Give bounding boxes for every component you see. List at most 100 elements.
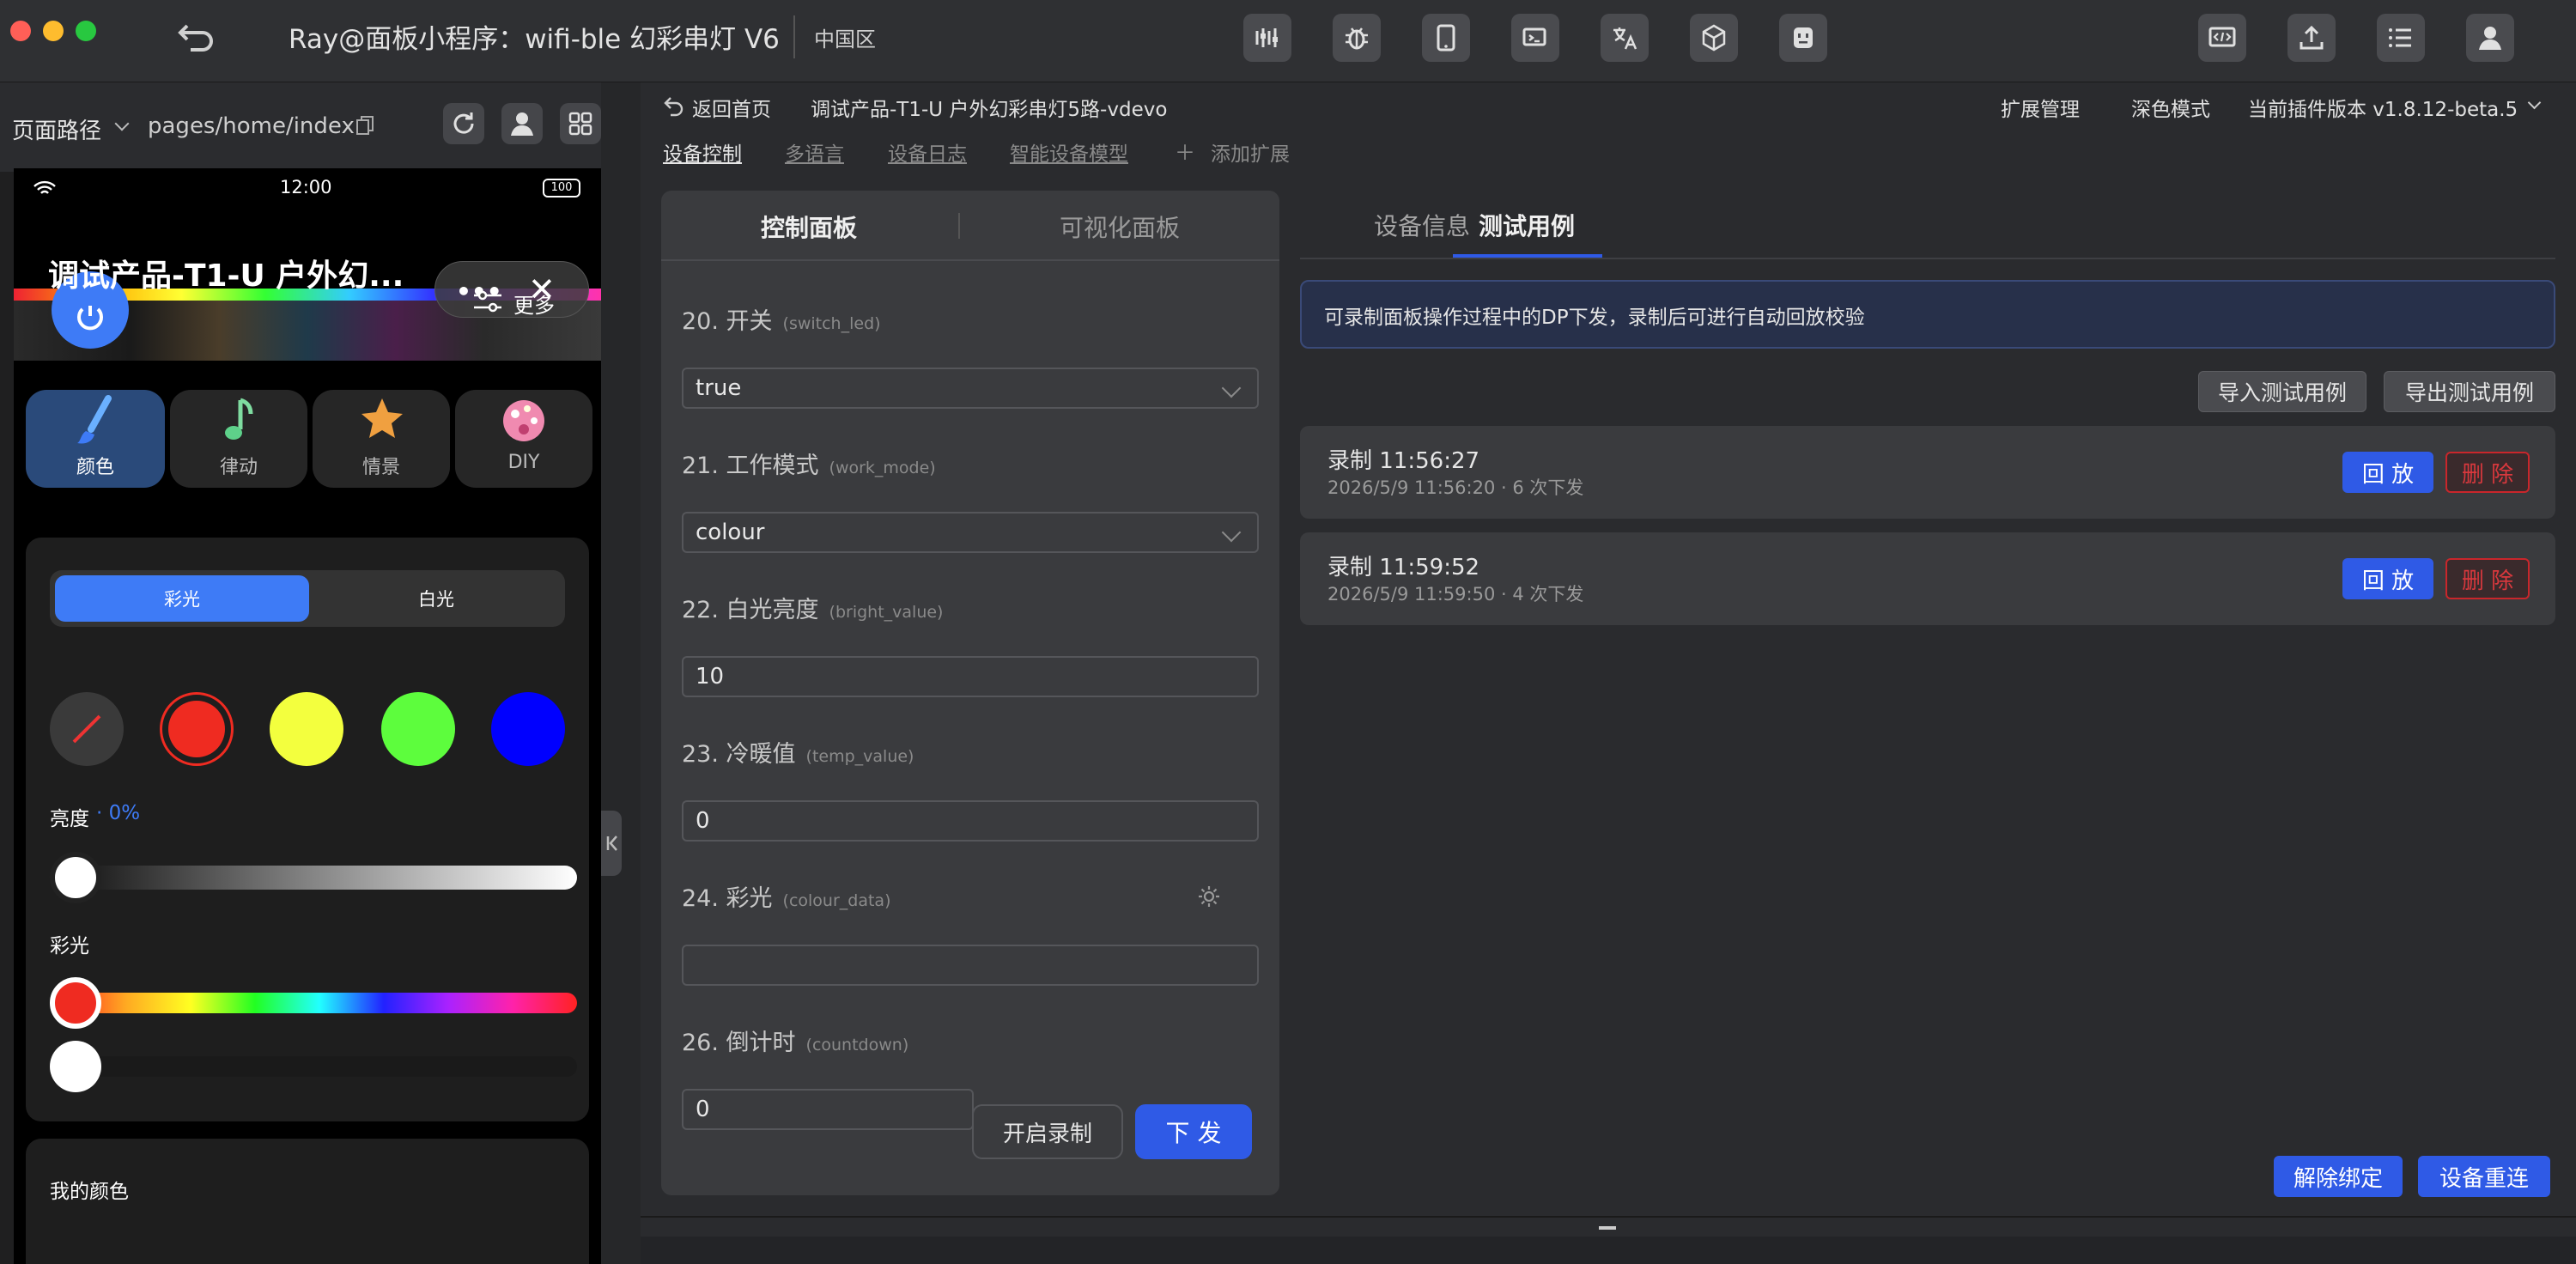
refresh-icon[interactable] [443, 103, 484, 144]
tab-device-model[interactable]: 智能设备模型 [1010, 137, 1128, 167]
swatch-blue[interactable] [491, 692, 565, 766]
tab-control-panel[interactable]: 控制面板 [761, 210, 857, 244]
import-test-case-button[interactable]: 导入测试用例 [2198, 371, 2366, 412]
splitter[interactable] [601, 82, 641, 1264]
translate-icon[interactable] [1601, 14, 1649, 62]
record-item: 录制 11:56:27 2026/5/9 11:56:20 · 6 次下发 回 … [1300, 426, 2555, 519]
account-icon[interactable] [501, 103, 543, 144]
tab-colour-light[interactable]: 彩光 [55, 575, 309, 622]
product-name: 调试产品-T1-U 户外幻彩串灯5路-vdevo [811, 99, 1168, 121]
settings-sliders-icon[interactable] [472, 289, 503, 314]
play-button[interactable]: 回 放 [2342, 452, 2433, 493]
capsule-menu: ••• ✕ [434, 261, 589, 318]
page-path-value[interactable]: pages/home/index [148, 113, 355, 139]
close-window-button[interactable] [10, 21, 31, 41]
tab-test-cases[interactable]: 测试用例 [1479, 208, 1575, 242]
dp-label: 22. 白光亮度 (bright_value) [682, 597, 944, 623]
list-icon[interactable] [2377, 14, 2425, 62]
sliders-icon[interactable] [1243, 14, 1291, 62]
swatch-none[interactable] [50, 692, 124, 766]
tab-languages[interactable]: 多语言 [785, 137, 844, 167]
start-recording-button[interactable]: 开启录制 [972, 1104, 1123, 1159]
tab-device-info[interactable]: 设备信息 [1374, 208, 1470, 242]
delete-button[interactable]: 删 除 [2445, 558, 2530, 599]
gear-icon[interactable] [1197, 884, 1221, 908]
star-icon [359, 395, 405, 447]
tab-device-log[interactable]: 设备日志 [888, 137, 967, 167]
plugin-version-select[interactable]: 当前插件版本 v1.8.12-beta.5 [2248, 93, 2518, 122]
mode-color[interactable]: 颜色 [26, 390, 165, 488]
brightness-label: 亮度 [50, 808, 89, 830]
phone-simulator: 12:00 100 调试产品-T1-U 户外幻... ••• ✕ 更多 颜色 律… [14, 168, 601, 1264]
delete-button[interactable]: 删 除 [2445, 452, 2530, 493]
chevron-down-icon[interactable] [2527, 95, 2542, 110]
dp-label: 20. 开关 (switch_led) [682, 308, 881, 335]
back-home-link[interactable]: 返回首页 [692, 93, 771, 122]
extension-manage-link[interactable]: 扩展管理 [2001, 93, 2080, 122]
plus-icon[interactable]: ＋ [1175, 136, 1195, 166]
collapse-panel-button[interactable] [601, 811, 622, 876]
drawer-handle[interactable] [1599, 1226, 1616, 1230]
dp-input[interactable]: 0 [682, 1089, 974, 1130]
window-title: Ray@面板小程序：wifi-ble 幻彩串灯 V6 [289, 24, 780, 55]
dp-select[interactable]: colour [682, 512, 1259, 553]
unbind-button[interactable]: 解除绑定 [2274, 1156, 2403, 1197]
bug-icon[interactable] [1333, 14, 1381, 62]
saturation-thumb[interactable] [50, 1041, 101, 1092]
chevron-down-icon [1221, 378, 1242, 398]
add-extension-link[interactable]: 添加扩展 [1211, 137, 1290, 167]
brush-icon [74, 395, 117, 447]
maximize-window-button[interactable] [76, 21, 96, 41]
dp-label: 21. 工作模式 (work_mode) [682, 453, 936, 479]
active-tab-indicator [1453, 254, 1602, 258]
user-icon[interactable] [2466, 14, 2514, 62]
dp-select[interactable]: true [682, 368, 1259, 409]
device-preview-icon[interactable] [1511, 14, 1559, 62]
region-label: 中国区 [814, 27, 876, 52]
record-title: 录制 11:56:27 [1327, 448, 1480, 474]
phone-page-title: 调试产品-T1-U 户外幻... [48, 258, 404, 294]
brightness-thumb[interactable] [50, 852, 101, 903]
back-arrow-icon[interactable] [663, 94, 685, 117]
robot-icon[interactable] [1779, 14, 1827, 62]
dp-input[interactable]: 10 [682, 656, 1259, 697]
mode-diy[interactable]: DIY [455, 390, 592, 488]
page-path-bar: 页面路径 pages/home/index [0, 82, 642, 172]
export-test-case-button[interactable]: 导出测试用例 [2384, 371, 2555, 412]
cube-icon[interactable] [1690, 14, 1738, 62]
bottom-drawer [641, 1237, 2576, 1264]
brightness-value: · 0% [96, 802, 141, 824]
code-screen-icon[interactable] [2198, 14, 2246, 62]
play-button[interactable]: 回 放 [2342, 558, 2433, 599]
record-subtitle: 2026/5/9 11:59:50 · 4 次下发 [1327, 584, 1584, 605]
chevron-down-icon[interactable] [114, 116, 130, 131]
upload-icon[interactable] [2287, 14, 2336, 62]
swatch-red-selected[interactable] [160, 692, 234, 766]
tab-white-light[interactable]: 白光 [309, 575, 563, 622]
more-label[interactable]: 更多 [513, 289, 555, 319]
brightness-slider[interactable] [62, 866, 577, 890]
swatch-green[interactable] [381, 692, 455, 766]
mode-rhythm[interactable]: 律动 [170, 390, 307, 488]
dp-input[interactable] [682, 945, 1259, 986]
copy-icon[interactable] [355, 115, 374, 136]
hue-thumb[interactable] [50, 977, 101, 1029]
reconnect-button[interactable]: 设备重连 [2418, 1156, 2550, 1197]
saturation-slider[interactable] [62, 1056, 577, 1077]
grid-icon[interactable] [560, 103, 601, 144]
tablet-icon[interactable] [1422, 14, 1470, 62]
send-button[interactable]: 下 发 [1135, 1104, 1252, 1159]
music-note-icon [218, 395, 261, 447]
hue-slider[interactable] [62, 993, 577, 1013]
wifi-icon [33, 180, 57, 198]
undo-icon[interactable] [175, 15, 218, 58]
tab-device-control[interactable]: 设备控制 [663, 137, 742, 167]
dark-mode-toggle[interactable]: 深色模式 [2131, 93, 2210, 122]
tab-visual-panel[interactable]: 可视化面板 [1060, 210, 1180, 244]
minimize-window-button[interactable] [43, 21, 64, 41]
record-subtitle: 2026/5/9 11:56:20 · 6 次下发 [1327, 477, 1584, 498]
swatch-yellow[interactable] [270, 692, 343, 766]
mode-scene[interactable]: 情景 [313, 390, 450, 488]
dp-input[interactable]: 0 [682, 800, 1259, 842]
phone-time: 12:00 [280, 177, 332, 198]
